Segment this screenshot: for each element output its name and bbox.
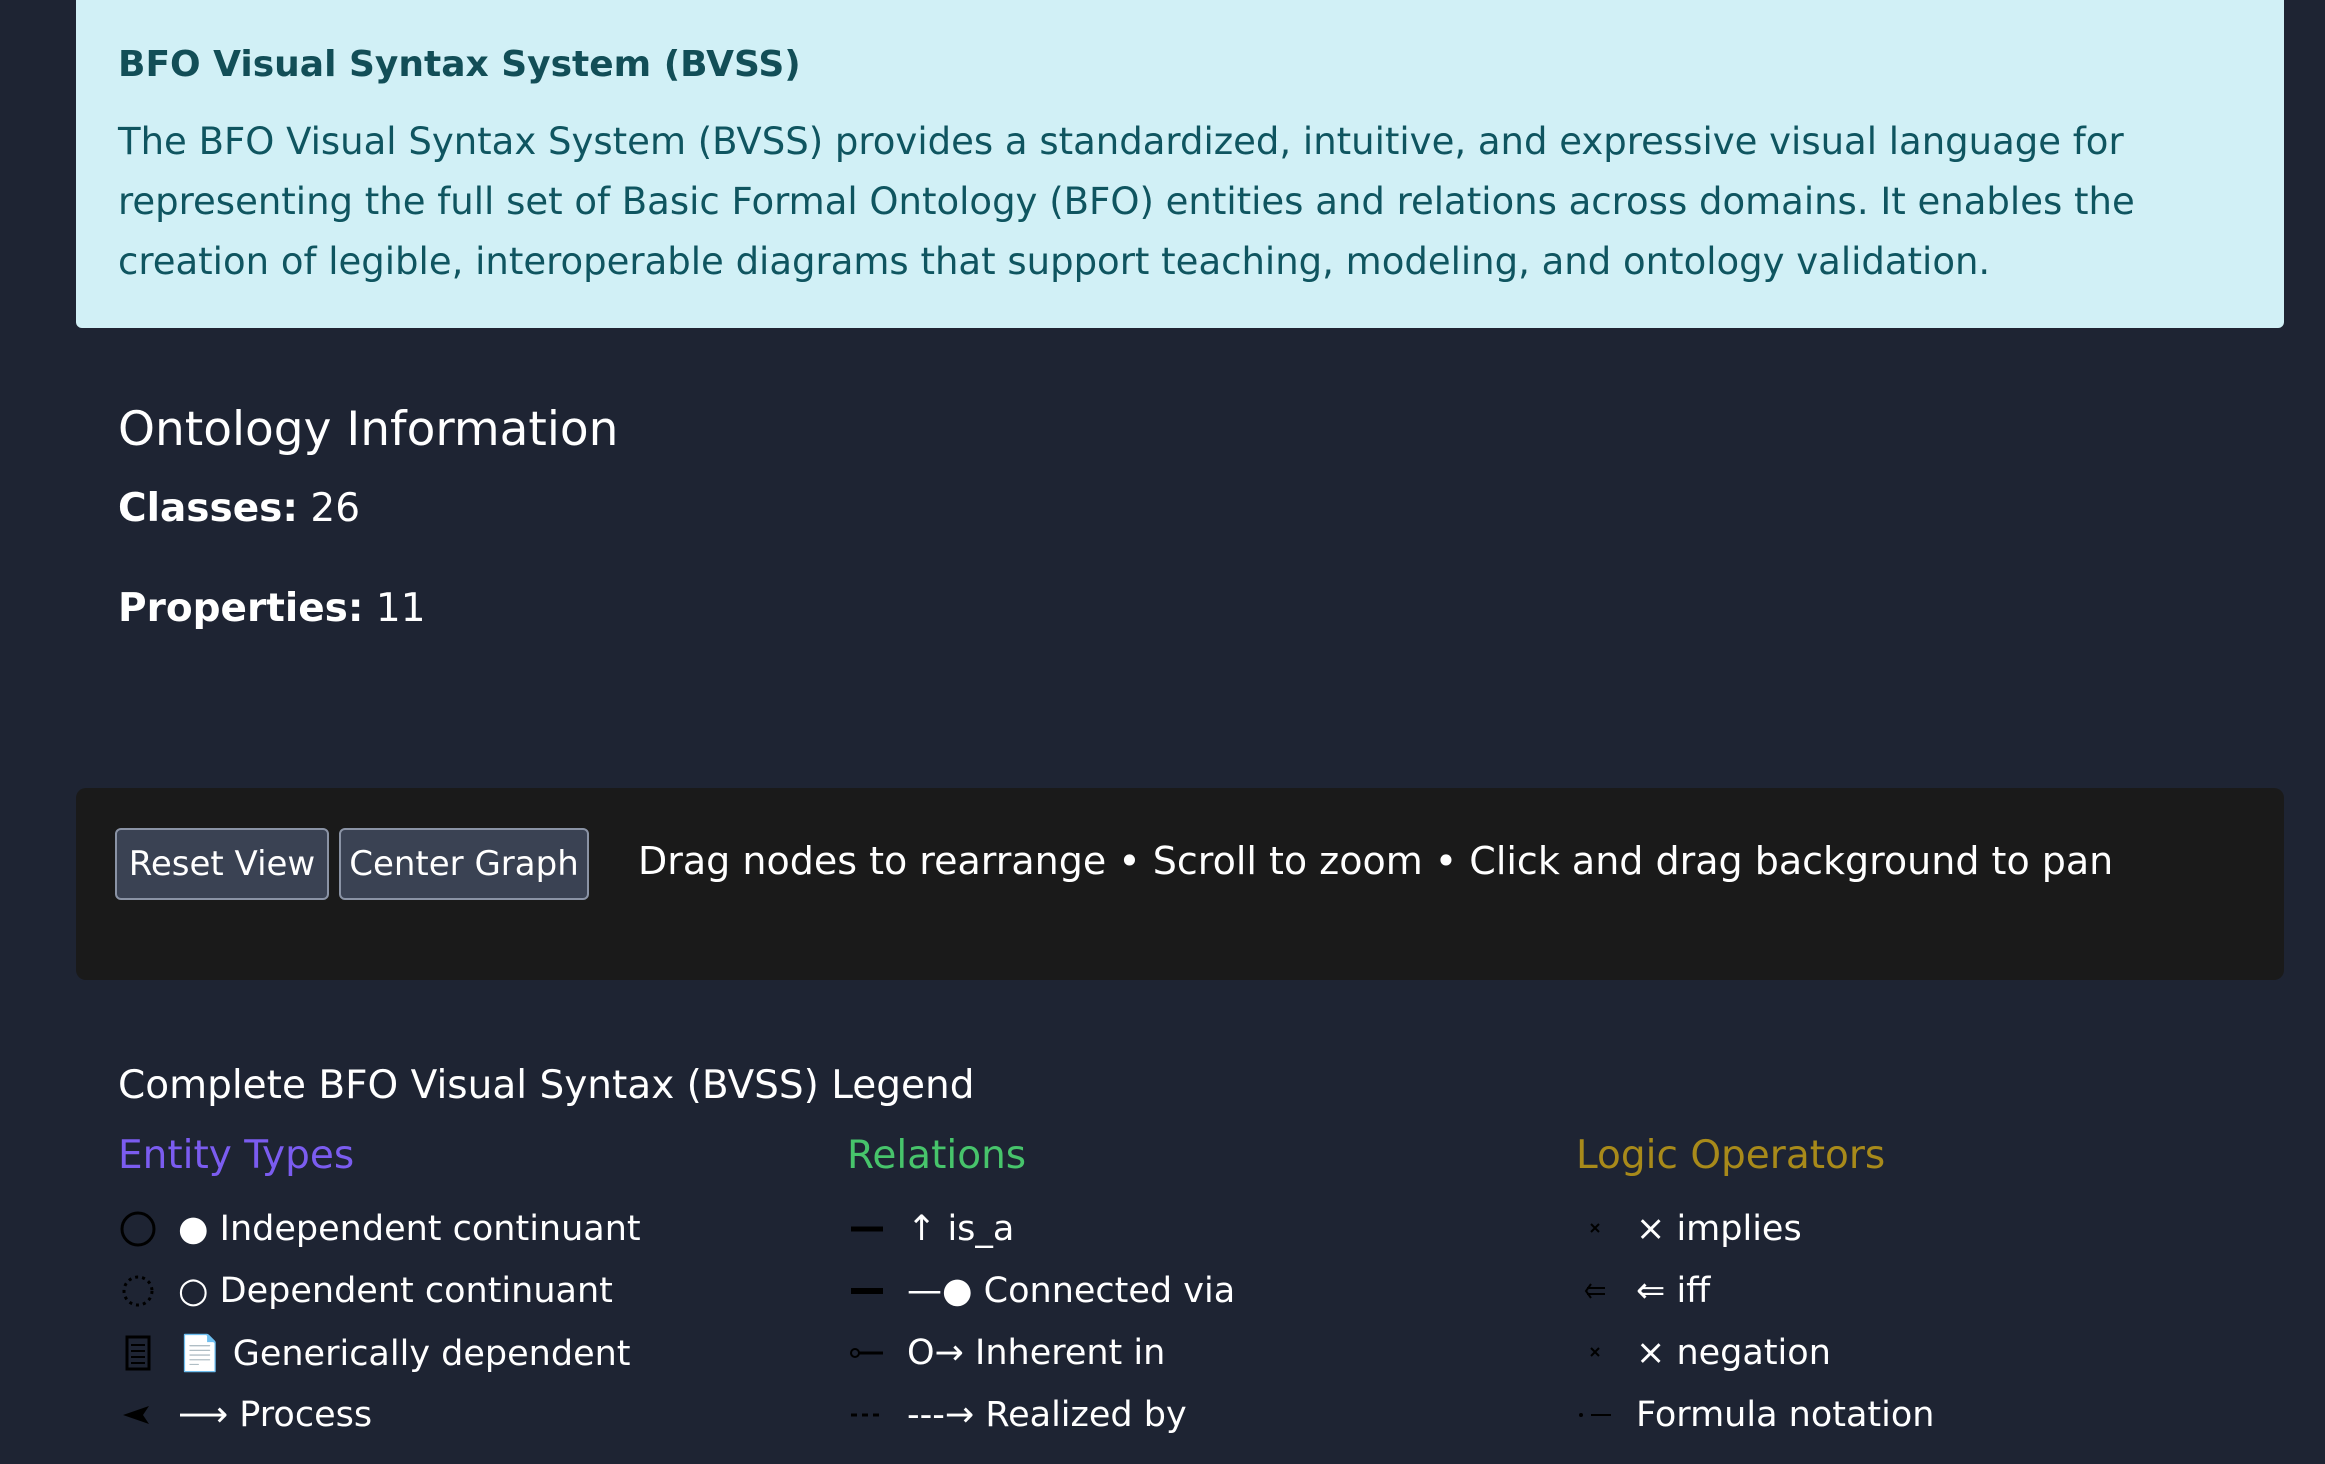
legend-item-label: ---→ Realized by <box>907 1395 1187 1435</box>
entity-types-column: Entity Types ● Independent continuant ○ … <box>118 1126 818 1446</box>
legend-item: Formula notation <box>1576 1384 2276 1446</box>
legend-item: O→ Inherent in <box>847 1322 1547 1384</box>
legend-title: Complete BFO Visual Syntax (BVSS) Legend <box>118 1063 975 1108</box>
double-arrow-icon <box>1576 1271 1616 1311</box>
cross-icon <box>1576 1209 1616 1249</box>
legend-item-label: O→ Inherent in <box>907 1333 1166 1373</box>
bvss-legend: Complete BFO Visual Syntax (BVSS) Legend… <box>76 1054 2284 1464</box>
circle-line-icon <box>847 1333 887 1373</box>
ontology-heading: Ontology Information <box>118 402 619 457</box>
banner-title: BFO Visual Syntax System (BVSS) <box>118 44 801 85</box>
relations-title: Relations <box>847 1133 1027 1178</box>
legend-item: × implies <box>1576 1198 2276 1260</box>
legend-item-label: Formula notation <box>1636 1395 1935 1435</box>
solid-circle-icon <box>118 1209 158 1249</box>
legend-item: ⇐ iff <box>1576 1260 2276 1322</box>
formula-icon <box>1576 1395 1616 1435</box>
classes-value: 26 <box>310 486 361 531</box>
logic-operators-title: Logic Operators <box>1576 1133 1886 1178</box>
logic-operators-column: Logic Operators × implies ⇐ iff × negati… <box>1576 1126 2276 1446</box>
legend-item: ⟶ Process <box>118 1384 818 1446</box>
entity-types-title: Entity Types <box>118 1133 355 1178</box>
reset-view-button[interactable]: Reset View <box>115 828 329 900</box>
solid-line-icon <box>847 1209 887 1249</box>
legend-item: ---→ Realized by <box>847 1384 1547 1446</box>
interaction-hint: Drag nodes to rearrange • Scroll to zoom… <box>638 839 2114 883</box>
legend-item-label: ○ Dependent continuant <box>178 1271 613 1311</box>
legend-item-label: ⇐ iff <box>1636 1271 1711 1311</box>
legend-item-label: × negation <box>1636 1333 1831 1373</box>
properties-label: Properties: <box>118 586 364 631</box>
legend-item-label: 📄 Generically dependent <box>178 1333 631 1374</box>
properties-value: 11 <box>375 586 426 631</box>
graph-controls: Reset View Center Graph Drag nodes to re… <box>76 788 2284 980</box>
properties-row: Properties: 11 <box>118 584 2242 634</box>
classes-label: Classes: <box>118 486 298 531</box>
arrowhead-icon <box>118 1395 158 1435</box>
legend-item-label: ↑ is_a <box>907 1209 1015 1249</box>
dotted-circle-icon <box>118 1271 158 1311</box>
thick-line-icon <box>847 1271 887 1311</box>
legend-item-label: —● Connected via <box>907 1271 1236 1311</box>
cross-icon <box>1576 1333 1616 1373</box>
legend-item: × negation <box>1576 1322 2276 1384</box>
dashed-line-icon <box>847 1395 887 1435</box>
legend-item-label: ⟶ Process <box>178 1395 373 1435</box>
legend-item: ○ Dependent continuant <box>118 1260 818 1322</box>
relations-column: Relations ↑ is_a —● Connected via O→ Inh… <box>847 1126 1547 1446</box>
page: BFO Visual Syntax System (BVSS) The BFO … <box>0 0 2325 1464</box>
center-graph-button[interactable]: Center Graph <box>339 828 589 900</box>
legend-item: ↑ is_a <box>847 1198 1547 1260</box>
info-banner: BFO Visual Syntax System (BVSS) The BFO … <box>76 0 2284 328</box>
legend-item: —● Connected via <box>847 1260 1547 1322</box>
classes-row: Classes: 26 <box>118 484 2242 534</box>
banner-text: The BFO Visual Syntax System (BVSS) prov… <box>118 120 2135 283</box>
legend-item: 📄 Generically dependent <box>118 1322 818 1384</box>
legend-item: ● Independent continuant <box>118 1198 818 1260</box>
ontology-info-section: Ontology Information Classes: 26 Propert… <box>76 362 2284 742</box>
document-icon <box>118 1333 158 1373</box>
legend-item-label: × implies <box>1636 1209 1802 1249</box>
legend-item-label: ● Independent continuant <box>178 1209 641 1249</box>
